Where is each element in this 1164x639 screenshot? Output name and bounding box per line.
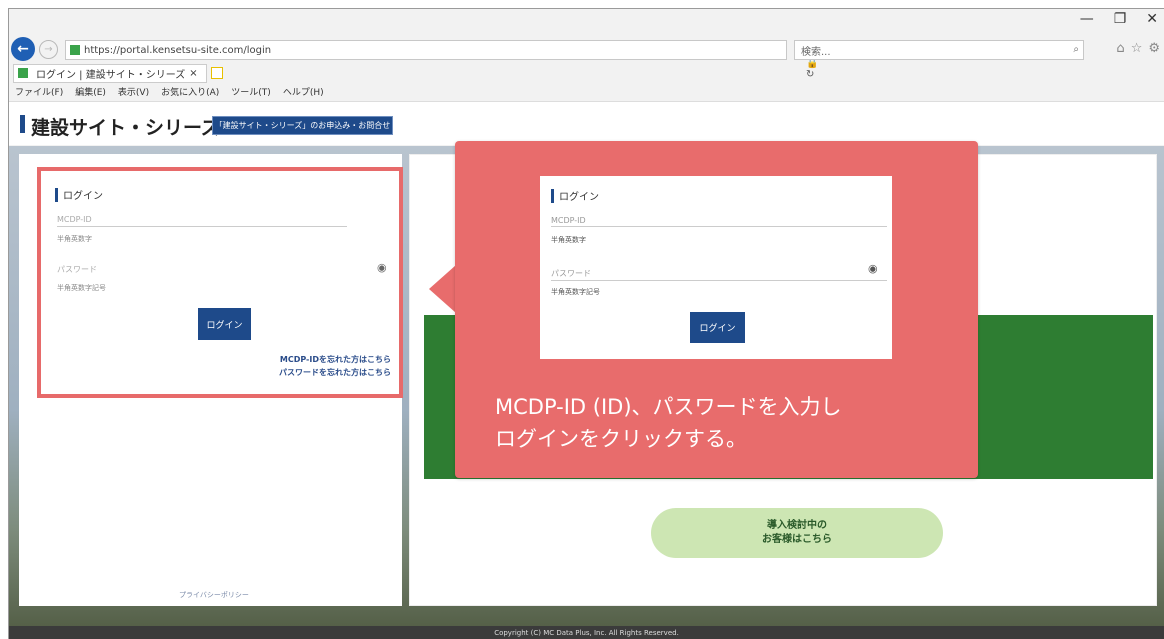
site-favicon-icon — [70, 45, 80, 55]
search-icon[interactable]: ⌕ — [1073, 44, 1079, 55]
consider-button[interactable]: 導入検討中の お客様はこちら — [651, 508, 943, 558]
inset-eye-icon[interactable]: ◉ — [868, 262, 878, 275]
consider-line2: お客様はこちら — [762, 534, 832, 545]
home-icon[interactable]: ⌂ — [1116, 41, 1124, 56]
consider-line1: 導入検討中の — [767, 520, 827, 531]
menu-help[interactable]: ヘルプ(H) — [283, 85, 324, 98]
new-tab-button[interactable] — [210, 67, 223, 79]
tab-favicon-icon — [18, 68, 28, 78]
gear-icon[interactable]: ⚙ — [1148, 41, 1160, 56]
inset-mcdp-id-field[interactable]: MCDP-ID — [551, 216, 887, 227]
menu-edit[interactable]: 編集(E) — [75, 85, 106, 98]
url-text: https://portal.kensetsu-site.com/login — [84, 44, 272, 56]
inset-login-heading-text: ログイン — [559, 192, 599, 203]
heading-bar — [55, 187, 58, 202]
menu-favorites[interactable]: お気に入り(A) — [161, 85, 219, 98]
login-heading-text: ログイン — [63, 191, 103, 202]
window-controls: — ❐ ✕ — [1080, 11, 1158, 27]
login-button[interactable]: ログイン — [198, 308, 251, 340]
tab-strip: ログイン | 建設サイト・シリーズ × — [9, 63, 223, 83]
address-bar[interactable]: https://portal.kensetsu-site.com/login ▾… — [65, 40, 818, 80]
search-input[interactable]: 検索... ⌕ — [794, 40, 1084, 60]
site-header: 建設サイト・シリーズ 「建設サイト・シリーズ」のお申込み・お問合せ — [9, 101, 1164, 145]
star-icon[interactable]: ☆ — [1131, 41, 1143, 56]
forward-arrow-icon[interactable]: → — [39, 40, 58, 59]
login-form-highlighted: ログイン MCDP-ID 半角英数字 パスワード ◉ 半角英数字記号 ログイン … — [37, 167, 403, 398]
logo-bar — [20, 115, 25, 133]
inset-password-field[interactable]: パスワード — [551, 268, 887, 281]
password-field[interactable]: パスワード — [57, 264, 347, 275]
tab-close-icon[interactable]: × — [189, 68, 197, 79]
privacy-link[interactable]: プライバシーポリシー — [179, 590, 249, 600]
id-hint: 半角英数字 — [57, 235, 92, 243]
inset-id-hint: 半角英数字 — [551, 236, 586, 244]
maximize-icon[interactable]: ❐ — [1114, 11, 1127, 27]
menu-tools[interactable]: ツール(T) — [231, 85, 271, 98]
inquiry-button[interactable]: 「建設サイト・シリーズ」のお申込み・お問合せ — [212, 116, 393, 135]
forgot-password-link[interactable]: パスワードを忘れた方はこちら — [279, 367, 391, 378]
callout-pointer — [429, 265, 456, 313]
menu-view[interactable]: 表示(V) — [118, 85, 149, 98]
inset-login-button[interactable]: ログイン — [690, 312, 745, 343]
eye-icon[interactable]: ◉ — [377, 261, 387, 274]
mcdp-id-field[interactable]: MCDP-ID — [57, 215, 347, 227]
callout-line2: ログインをクリックする。 — [495, 427, 747, 451]
instruction-callout: ログイン MCDP-ID 半角英数字 パスワード ◉ 半角英数字記号 ログイン … — [455, 141, 978, 478]
inset-heading-bar — [551, 188, 554, 203]
forgot-id-link[interactable]: MCDP-IDを忘れた方はこちら — [280, 354, 391, 365]
copyright-footer: Copyright (C) MC Data Plus, Inc. All Rig… — [9, 626, 1164, 639]
password-hint: 半角英数字記号 — [57, 284, 106, 292]
inset-login-heading: ログイン — [551, 188, 599, 203]
menu-bar: ファイル(F) 編集(E) 表示(V) お気に入り(A) ツール(T) ヘルプ(… — [9, 83, 324, 99]
search-placeholder: 検索... — [801, 46, 831, 58]
inset-password-hint: 半角英数字記号 — [551, 288, 600, 296]
browser-toolbar-icons: ⌂ ☆ ⚙ — [1116, 41, 1160, 56]
callout-line1: MCDP-ID (ID)、パスワードを入力し — [495, 395, 842, 419]
back-arrow-icon[interactable]: ← — [11, 37, 35, 61]
tab-login[interactable]: ログイン | 建設サイト・シリーズ × — [13, 63, 207, 83]
site-title: 建設サイト・シリーズ — [31, 117, 221, 139]
login-form-inset: ログイン MCDP-ID 半角英数字 パスワード ◉ 半角英数字記号 ログイン — [540, 176, 892, 359]
login-panel: ログイン MCDP-ID 半角英数字 パスワード ◉ 半角英数字記号 ログイン … — [19, 154, 403, 606]
minimize-icon[interactable]: — — [1080, 11, 1094, 27]
callout-text: MCDP-ID (ID)、パスワードを入力し ログインをクリックする。 — [495, 391, 965, 455]
login-heading: ログイン — [55, 187, 103, 202]
address-row: ← → https://portal.kensetsu-site.com/log… — [9, 37, 1164, 80]
menu-file[interactable]: ファイル(F) — [15, 85, 63, 98]
tab-title: ログイン | 建設サイト・シリーズ — [36, 69, 186, 81]
close-icon[interactable]: ✕ — [1146, 11, 1158, 27]
